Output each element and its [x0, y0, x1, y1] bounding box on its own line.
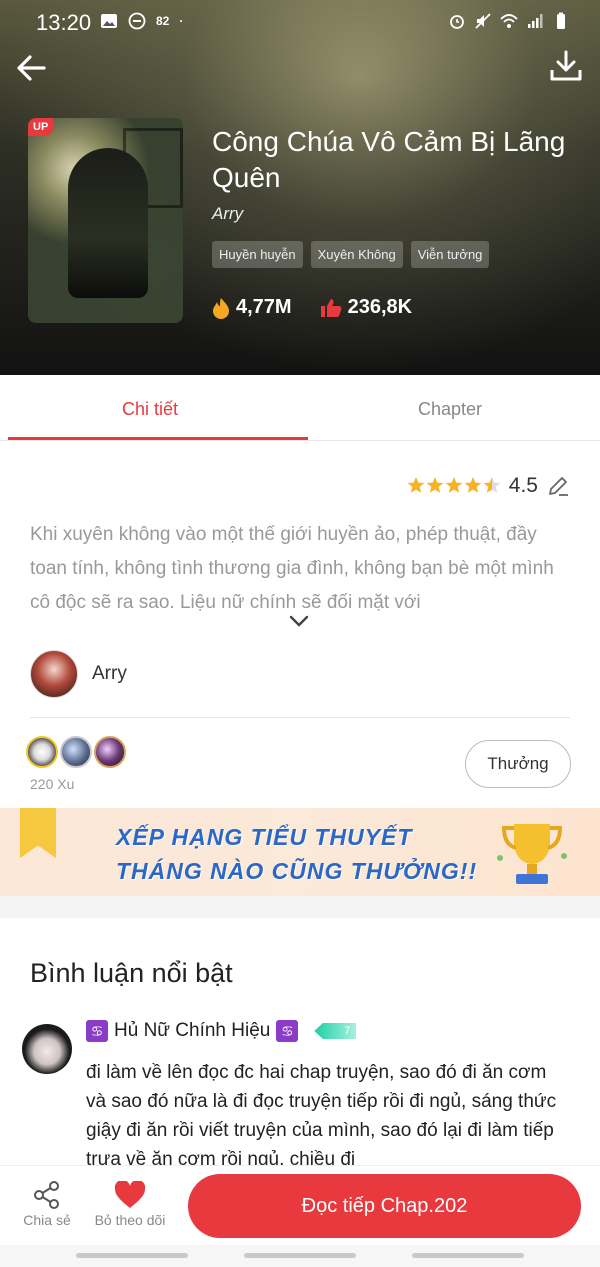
book-author: Arry [212, 204, 244, 223]
rating: 4.5 [407, 474, 570, 498]
thumbs-up-icon [320, 298, 341, 317]
system-nav-bar [0, 1245, 600, 1267]
coins-total: 220 Xu [30, 776, 75, 792]
section-divider [0, 896, 600, 918]
avatar [94, 736, 126, 768]
mute-icon [475, 13, 491, 29]
edit-pencil-icon[interactable] [546, 474, 570, 498]
avatar [60, 736, 92, 768]
genre-tag[interactable]: Viễn tưởng [410, 241, 490, 268]
banner-line-2: THÁNG NÀO CŨNG THƯỞNG!! [116, 858, 478, 884]
continue-reading-button[interactable]: Đọc tiếp Chap.202 [188, 1174, 581, 1238]
rating-stars [407, 476, 501, 496]
trophy-icon [497, 824, 567, 884]
bottom-action-bar: Chia sẻ Bỏ theo dõi Đọc tiếp Chap.202 [0, 1165, 600, 1245]
comment-user[interactable]: ♋ Hủ Nữ Chính Hiệu ♋ 7 [86, 1020, 357, 1042]
comment-text: đi làm về lên đọc đc hai chap truyện, sa… [86, 1062, 557, 1166]
book-header: 13:20 82 · UP Công Chúa Vô Cảm Bị Lãng Q… [0, 0, 600, 375]
book-tabs: Chi tiết Chapter [0, 375, 600, 441]
gallery-icon [101, 14, 117, 28]
comment-username: Hủ Nữ Chính Hiệu [114, 1020, 271, 1041]
download-icon[interactable] [548, 48, 584, 84]
genre-tag[interactable]: Huyền huyễn [212, 241, 303, 268]
nav-recents[interactable] [76, 1253, 188, 1258]
share-label: Chia sẻ [23, 1212, 71, 1228]
book-cover [28, 118, 183, 323]
author-row[interactable]: Arry [30, 650, 127, 698]
level-badge: 7 [314, 1023, 357, 1039]
author-name: Arry [92, 663, 127, 684]
dot-icon: · [179, 14, 184, 28]
likes-count: 236,8K [347, 296, 413, 318]
book-description: Khi xuyên không vào một thế giới huyền ả… [30, 524, 554, 613]
chevron-down-icon[interactable] [288, 614, 310, 628]
book-stats: 4,77M 236,8K [212, 296, 412, 319]
up-badge: UP [28, 118, 54, 136]
share-icon [34, 1181, 59, 1209]
avatar [26, 736, 58, 768]
zodiac-cancer-icon: ♋ [86, 1020, 108, 1042]
views-stat: 4,77M [212, 296, 292, 319]
flame-icon [213, 297, 229, 319]
divider [30, 717, 570, 718]
battery-icon [557, 12, 565, 29]
alarm-icon [450, 15, 464, 29]
back-arrow-icon[interactable] [14, 48, 54, 88]
unfollow-button[interactable]: Bỏ theo dõi [88, 1178, 172, 1228]
star-icons [407, 477, 501, 493]
tab-chapter[interactable]: Chapter [300, 375, 600, 440]
ranking-banner[interactable]: XẾP HẠNG TIỂU THUYẾT THÁNG NÀO CŨNG THƯỞ… [0, 808, 600, 896]
reward-button[interactable]: Thưởng [465, 740, 571, 788]
tab-details[interactable]: Chi tiết [0, 375, 308, 440]
bookmark-ribbon-icon [20, 808, 56, 858]
rating-value: 4.5 [508, 474, 538, 497]
likes-stat: 236,8K [320, 296, 413, 319]
do-not-disturb-icon [128, 12, 146, 30]
avatar [30, 650, 78, 698]
banner-line-1: XẾP HẠNG TIỂU THUYẾT [116, 824, 413, 850]
share-button[interactable]: Chia sẻ [18, 1178, 76, 1228]
status-time: 13:20 [36, 10, 92, 35]
signal-icon [528, 14, 543, 28]
book-title: Công Chúa Vô Cảm Bị Lãng Quên [212, 126, 566, 193]
nav-home[interactable] [244, 1253, 356, 1258]
zodiac-cancer-icon: ♋ [276, 1020, 299, 1042]
genre-tag[interactable]: Xuyên Không [310, 241, 403, 268]
donor-avatars[interactable] [26, 736, 126, 768]
avatar[interactable] [22, 1024, 72, 1074]
views-count: 4,77M [236, 296, 292, 318]
comments-section-title: Bình luận nổi bật [30, 958, 233, 988]
wifi-icon [500, 14, 518, 28]
status-bar: 13:20 82 · [0, 0, 600, 46]
nav-back[interactable] [412, 1253, 524, 1258]
unfollow-label: Bỏ theo dõi [94, 1212, 166, 1228]
genre-tags: Huyền huyễn Xuyên Không Viễn tưởng [212, 241, 490, 268]
heart-icon [114, 1181, 146, 1208]
notification-count: 82 [156, 14, 170, 28]
